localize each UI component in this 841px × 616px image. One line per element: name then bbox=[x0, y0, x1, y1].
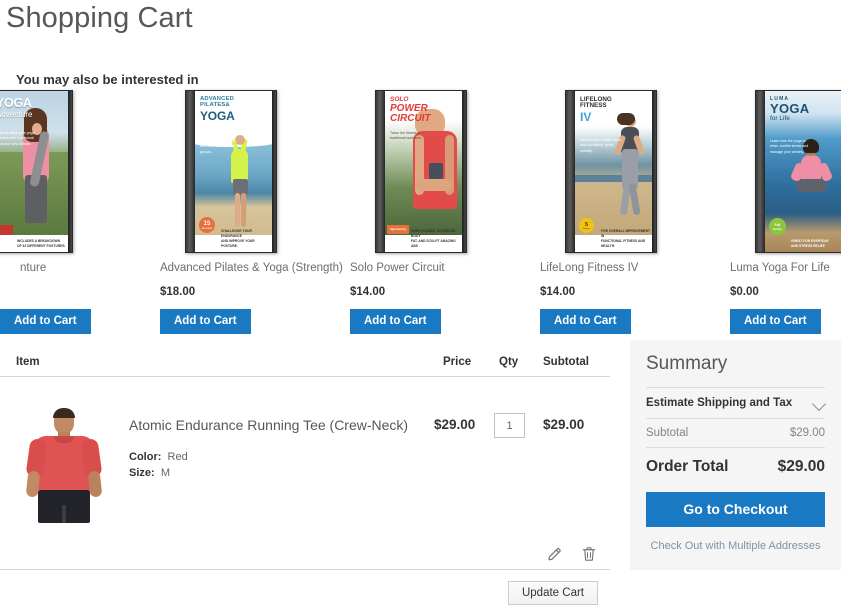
product-name-solo-power-circuit[interactable]: Solo Power Circuit bbox=[350, 262, 540, 274]
column-header-qty: Qty bbox=[499, 356, 519, 368]
upsell-item-lifelong-fitness-iv[interactable]: LIFELONG FITNESS IV Improve your health,… bbox=[540, 90, 730, 352]
add-to-cart-button-advanced-pilates-yoga[interactable]: Add to Cart bbox=[160, 309, 251, 334]
option-color-label: Color: bbox=[129, 451, 162, 463]
column-header-subtotal: Subtotal bbox=[543, 356, 589, 368]
dvd-edge bbox=[68, 91, 72, 252]
dvd-art-badge: Full Series bbox=[769, 218, 786, 235]
product-image-advanced-pilates-yoga[interactable]: ADVANCED PILATES& YOGA Increase your fle… bbox=[160, 90, 350, 255]
summary-panel: Summary Estimate Shipping and Tax Subtot… bbox=[630, 340, 841, 570]
estimate-shipping-and-tax-toggle[interactable]: Estimate Shipping and Tax bbox=[646, 386, 827, 419]
dvd-art-title: ADVANCED PILATES& YOGA bbox=[200, 96, 235, 123]
summary-order-total-value: $29.00 bbox=[777, 457, 825, 475]
product-image-solo-power-circuit[interactable]: SOLO POWER CIRCUIT Twice the fitness of … bbox=[350, 90, 540, 255]
dvd-edge bbox=[272, 91, 276, 252]
add-to-cart-button-luma-yoga-for-life[interactable]: Add to Cart bbox=[730, 309, 821, 334]
table-row: Atomic Endurance Running Tee (Crew-Neck)… bbox=[0, 377, 610, 605]
go-to-checkout-button[interactable]: Go to Checkout bbox=[646, 491, 825, 527]
dvd-spine bbox=[376, 91, 385, 252]
dvd-spine bbox=[566, 91, 575, 252]
upsell-heading: You may also be interested in bbox=[16, 72, 199, 87]
add-to-cart-button-lifelong-fitness-iv[interactable]: Add to Cart bbox=[540, 309, 631, 334]
summary-order-total-label: Order Total bbox=[646, 457, 729, 475]
qty-input[interactable] bbox=[494, 413, 525, 438]
edit-pencil-icon[interactable] bbox=[546, 545, 564, 563]
summary-subtotal-row: Subtotal $29.00 bbox=[646, 419, 825, 448]
chevron-down-icon bbox=[811, 396, 827, 411]
product-price-luma-yoga-for-life: $0.00 bbox=[730, 286, 759, 298]
summary-title: Summary bbox=[646, 353, 728, 374]
dvd-art-footer: FOR OVERALL IMPROVEMENT IN FUNCTIONAL FIT… bbox=[601, 229, 651, 249]
column-header-item: Item bbox=[16, 356, 40, 368]
product-price-advanced-pilates-yoga: $18.00 bbox=[160, 286, 196, 298]
dvd-art-footer: SHED POUNDS, DECREASE BODY FAT, AND SCULP… bbox=[411, 229, 456, 249]
cart-footer: Update Cart bbox=[0, 569, 610, 616]
option-color-value: Red bbox=[167, 451, 188, 463]
summary-subtotal-value: $29.00 bbox=[789, 426, 825, 439]
add-to-cart-button-solo-power-circuit[interactable]: Add to Cart bbox=[350, 309, 441, 334]
add-to-cart-button-yoga-adventure[interactable]: Add to Cart bbox=[0, 309, 91, 334]
dvd-art-badge: 15 Exercises bbox=[199, 217, 215, 233]
cart-table-header: Item Price Qty Subtotal bbox=[0, 350, 610, 377]
dvd-art-title: LIFELONG FITNESS IV bbox=[580, 96, 612, 124]
dvd-art-title: LUMA YOGA for Life bbox=[770, 96, 810, 123]
product-image-lifelong-fitness-iv[interactable]: LIFELONG FITNESS IV Improve your health,… bbox=[540, 90, 730, 255]
product-name-advanced-pilates-yoga[interactable]: Advanced Pilates & Yoga (Strength) bbox=[160, 262, 350, 274]
dvd-edge bbox=[652, 91, 656, 252]
option-size-value: M bbox=[160, 467, 170, 479]
dvd-art-footer: INCLUDES A BREAKDOWN OF 32 DIFFERENT POST… bbox=[17, 239, 66, 249]
cart-item-subtotal: $29.00 bbox=[543, 417, 585, 432]
estimate-shipping-label: Estimate Shipping and Tax bbox=[646, 396, 793, 409]
upsell-item-luma-yoga-for-life[interactable]: LUMA YOGA for Life Learn how the yoga to… bbox=[730, 90, 841, 352]
cart-item-name[interactable]: Atomic Endurance Running Tee (Crew-Neck) bbox=[129, 417, 408, 433]
dvd-art-badge: High intensity bbox=[387, 225, 409, 234]
cart-item-thumbnail[interactable] bbox=[16, 405, 109, 523]
product-name-lifelong-fitness-iv[interactable]: LifeLong Fitness IV bbox=[540, 262, 730, 274]
dvd-art-blurb: Learn how the yoga to relax, soothe stre… bbox=[770, 139, 809, 154]
cart-item-option-color: Color: Red bbox=[129, 451, 188, 463]
product-price-lifelong-fitness-iv: $14.00 bbox=[540, 286, 576, 298]
upsell-product-track: YOGA Adventure Start or refine your yoga… bbox=[0, 90, 841, 352]
dvd-art-badge: 5 Fitness bbox=[579, 218, 594, 233]
option-size-label: Size: bbox=[129, 467, 155, 479]
dvd-art-blurb: Improve your health, core and circulatio… bbox=[580, 138, 621, 153]
upsell-item-advanced-pilates-yoga[interactable]: ADVANCED PILATES& YOGA Increase your fle… bbox=[160, 90, 350, 352]
upsell-item-solo-power-circuit[interactable]: SOLO POWER CIRCUIT Twice the fitness of … bbox=[350, 90, 540, 352]
dvd-art-title: YOGA Adventure bbox=[0, 96, 33, 119]
dvd-art-blurb: Start or refine your yoga practice with … bbox=[0, 131, 35, 146]
summary-subtotal-label: Subtotal bbox=[646, 426, 689, 439]
dvd-spine bbox=[756, 91, 765, 252]
dvd-art-footer: GREAT FOR EVERYDAY AND STRESS RELIEF. bbox=[791, 239, 829, 249]
product-name-luma-yoga-for-life[interactable]: Luma Yoga For Life bbox=[730, 262, 841, 274]
product-image-luma-yoga-for-life[interactable]: LUMA YOGA for Life Learn how the yoga to… bbox=[730, 90, 841, 255]
dvd-art-footer: CHALLENGE YOUR ENDURANCE AND IMPROVE YOUR… bbox=[221, 229, 255, 249]
dvd-art-blurb: Twice the fitness of traditional workout… bbox=[390, 131, 422, 141]
cart-item-actions bbox=[546, 545, 598, 563]
summary-order-total-row: Order Total $29.00 bbox=[646, 448, 825, 490]
checkout-multiple-addresses-link[interactable]: Check Out with Multiple Addresses bbox=[646, 540, 825, 552]
dvd-art-title: SOLO POWER CIRCUIT bbox=[390, 96, 431, 124]
cart-item-price: $29.00 bbox=[434, 417, 476, 432]
cart-table: Item Price Qty Subtotal Atomic Endurance… bbox=[0, 350, 610, 605]
dvd-spine bbox=[186, 91, 195, 252]
upsell-item-yoga-adventure[interactable]: YOGA Adventure Start or refine your yoga… bbox=[0, 90, 122, 352]
page-title: Shopping Cart bbox=[6, 2, 193, 34]
cart-item-option-size: Size: M bbox=[129, 467, 170, 479]
dvd-edge bbox=[462, 91, 466, 252]
column-header-price: Price bbox=[443, 356, 472, 368]
delete-trash-icon[interactable] bbox=[580, 545, 598, 563]
update-cart-button[interactable]: Update Cart bbox=[507, 581, 598, 605]
product-image-yoga-adventure[interactable]: YOGA Adventure Start or refine your yoga… bbox=[0, 90, 122, 255]
product-price-solo-power-circuit: $14.00 bbox=[350, 286, 386, 298]
dvd-art-blurb: Increase your flexibility and tone even … bbox=[200, 139, 237, 154]
